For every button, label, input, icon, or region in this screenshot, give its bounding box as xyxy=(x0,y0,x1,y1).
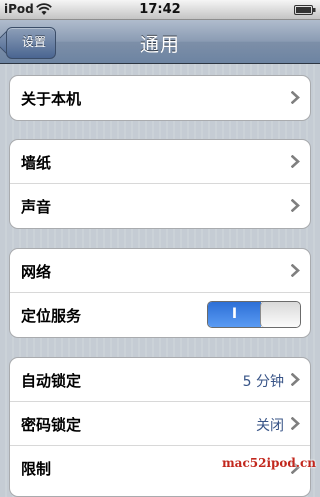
status-time: 17:42 xyxy=(139,2,181,17)
page-title: 通用 xyxy=(139,34,180,56)
navigation-bar: 设置 通用 xyxy=(0,20,320,64)
row-label: 声音 xyxy=(21,198,52,216)
row-label: 墙纸 xyxy=(21,154,52,172)
chevron-right-icon xyxy=(291,264,300,277)
battery-icon xyxy=(294,5,316,15)
row-sounds[interactable]: 声音 xyxy=(10,184,310,228)
chevron-right-icon xyxy=(291,199,300,212)
row-passcode-lock[interactable]: 密码锁定 关闭 xyxy=(10,402,310,446)
row-value: 关闭 xyxy=(256,418,284,434)
settings-group-lock: 自动锁定 5 分钟 密码锁定 关闭 限制 xyxy=(9,357,311,497)
row-label: 关于本机 xyxy=(21,90,82,108)
chevron-right-icon xyxy=(291,417,300,430)
row-network[interactable]: 网络 xyxy=(10,249,310,293)
settings-group-about: 关于本机 xyxy=(9,75,311,121)
settings-group-network-location: 网络 定位服务 I xyxy=(9,248,311,338)
chevron-right-icon xyxy=(291,155,300,168)
row-label: 限制 xyxy=(21,460,52,478)
row-wallpaper[interactable]: 墙纸 xyxy=(10,140,310,184)
settings-group-wallpaper-sound: 墙纸 声音 xyxy=(9,139,311,229)
status-bar: iPod 17:42 xyxy=(0,0,320,20)
row-location-services: 定位服务 I xyxy=(10,293,310,337)
location-services-toggle[interactable]: I xyxy=(207,301,301,328)
row-label: 密码锁定 xyxy=(21,416,82,434)
toggle-on-label: I xyxy=(208,302,261,327)
chevron-right-icon xyxy=(291,373,300,386)
row-about[interactable]: 关于本机 xyxy=(10,76,310,120)
row-label: 网络 xyxy=(21,263,52,281)
row-value: 5 分钟 xyxy=(242,374,284,390)
toggle-knob[interactable] xyxy=(260,302,300,327)
row-label: 定位服务 xyxy=(21,307,82,325)
row-auto-lock[interactable]: 自动锁定 5 分钟 xyxy=(10,358,310,402)
row-label: 自动锁定 xyxy=(21,372,82,390)
chevron-right-icon xyxy=(291,91,300,104)
watermark: mac52ipod.cn xyxy=(221,456,316,470)
